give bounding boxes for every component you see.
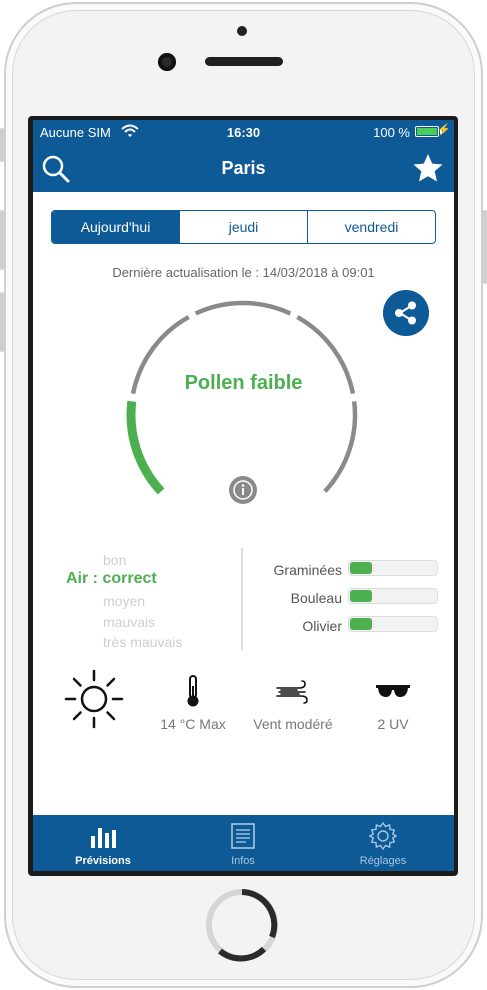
app-screen: Aucune SIM 16:30 100 % ⚡ Paris Aujourd'h… — [33, 120, 454, 871]
sun-icon — [64, 669, 124, 729]
tab-reglages[interactable]: Réglages — [313, 815, 453, 871]
divider — [241, 548, 243, 650]
day-tabs: Aujourd'hui jeudi vendredi — [51, 210, 436, 244]
pollen-name: Bouleau — [290, 590, 342, 606]
info-icon[interactable] — [229, 476, 257, 504]
gauge-segment — [194, 300, 292, 316]
city-title: Paris — [221, 158, 266, 178]
pollen-row: Bouleau — [247, 588, 447, 616]
pollen-name: Graminées — [273, 562, 342, 578]
tab-today[interactable]: Aujourd'hui — [52, 211, 179, 243]
pollen-name: Olivier — [302, 618, 342, 634]
battery-icon — [415, 126, 439, 137]
pollen-bar — [348, 560, 438, 576]
front-camera — [158, 53, 176, 71]
air-scale-item: moyen — [103, 593, 146, 609]
pollen-bar — [348, 588, 438, 604]
sunglasses-icon — [376, 685, 410, 697]
charging-icon: ⚡ — [437, 124, 451, 136]
air-prefix: Air : — [66, 570, 98, 587]
home-button[interactable] — [204, 887, 280, 963]
pollen-bar — [348, 616, 438, 632]
air-quality-label: Air : correct — [66, 570, 157, 588]
last-update-text: Dernière actualisation le : 14/03/2018 à… — [112, 265, 375, 280]
volume-down-button — [0, 292, 4, 352]
weather-wind: Vent modéré — [241, 674, 345, 736]
uv-label: 2 UV — [377, 716, 409, 732]
chart-icon — [91, 828, 116, 848]
tab-infos[interactable]: Infos — [173, 815, 313, 871]
wind-icon — [276, 680, 308, 704]
pollen-level-label: Pollen faible — [184, 372, 303, 394]
air-scale-item: très mauvais — [103, 634, 183, 650]
proximity-sensor — [237, 26, 247, 36]
gauge-segment-active — [126, 400, 165, 495]
weather-sun — [63, 668, 125, 730]
air-scale-item: mauvais — [103, 613, 156, 630]
earpiece-speaker — [205, 57, 283, 66]
power-button — [483, 210, 487, 284]
volume-up-button — [0, 210, 4, 270]
tab-label: Infos — [231, 855, 255, 867]
air-scale-item: bon — [103, 552, 127, 568]
temperature-label: 14 °C Max — [160, 716, 226, 732]
document-icon — [231, 823, 255, 849]
tab-label: Réglages — [359, 855, 407, 867]
settings-icon — [369, 822, 397, 850]
weather-uv: 2 UV — [355, 674, 431, 736]
air-value: correct — [102, 570, 157, 587]
status-bar: Aucune SIM 16:30 100 % ⚡ — [33, 120, 454, 144]
pollen-row: Graminées — [247, 560, 447, 588]
weather-row: 14 °C Max Vent modéré 2 UV — [33, 668, 454, 738]
air-quality-scale: bon correct moyen mauvais très mauvais — [103, 550, 182, 653]
tab-friday[interactable]: vendredi — [307, 211, 435, 243]
thermometer-icon — [187, 675, 199, 707]
pollen-list: Graminées Bouleau Olivier — [247, 560, 447, 644]
gauge-segment — [323, 401, 358, 493]
battery-percentage: 100 % — [373, 125, 410, 140]
tab-bar: Prévisions Infos Réglages — [33, 815, 454, 871]
wind-label: Vent modéré — [253, 716, 333, 732]
tab-previsions[interactable]: Prévisions — [33, 815, 173, 871]
nav-bar: Paris — [33, 144, 454, 192]
weather-temperature: 14 °C Max — [145, 674, 241, 736]
star-icon[interactable] — [412, 152, 444, 184]
pollen-row: Olivier — [247, 616, 447, 644]
share-button[interactable] — [383, 290, 429, 336]
tab-label: Prévisions — [75, 855, 131, 867]
mute-switch — [0, 128, 4, 162]
tab-thursday[interactable]: jeudi — [179, 211, 307, 243]
